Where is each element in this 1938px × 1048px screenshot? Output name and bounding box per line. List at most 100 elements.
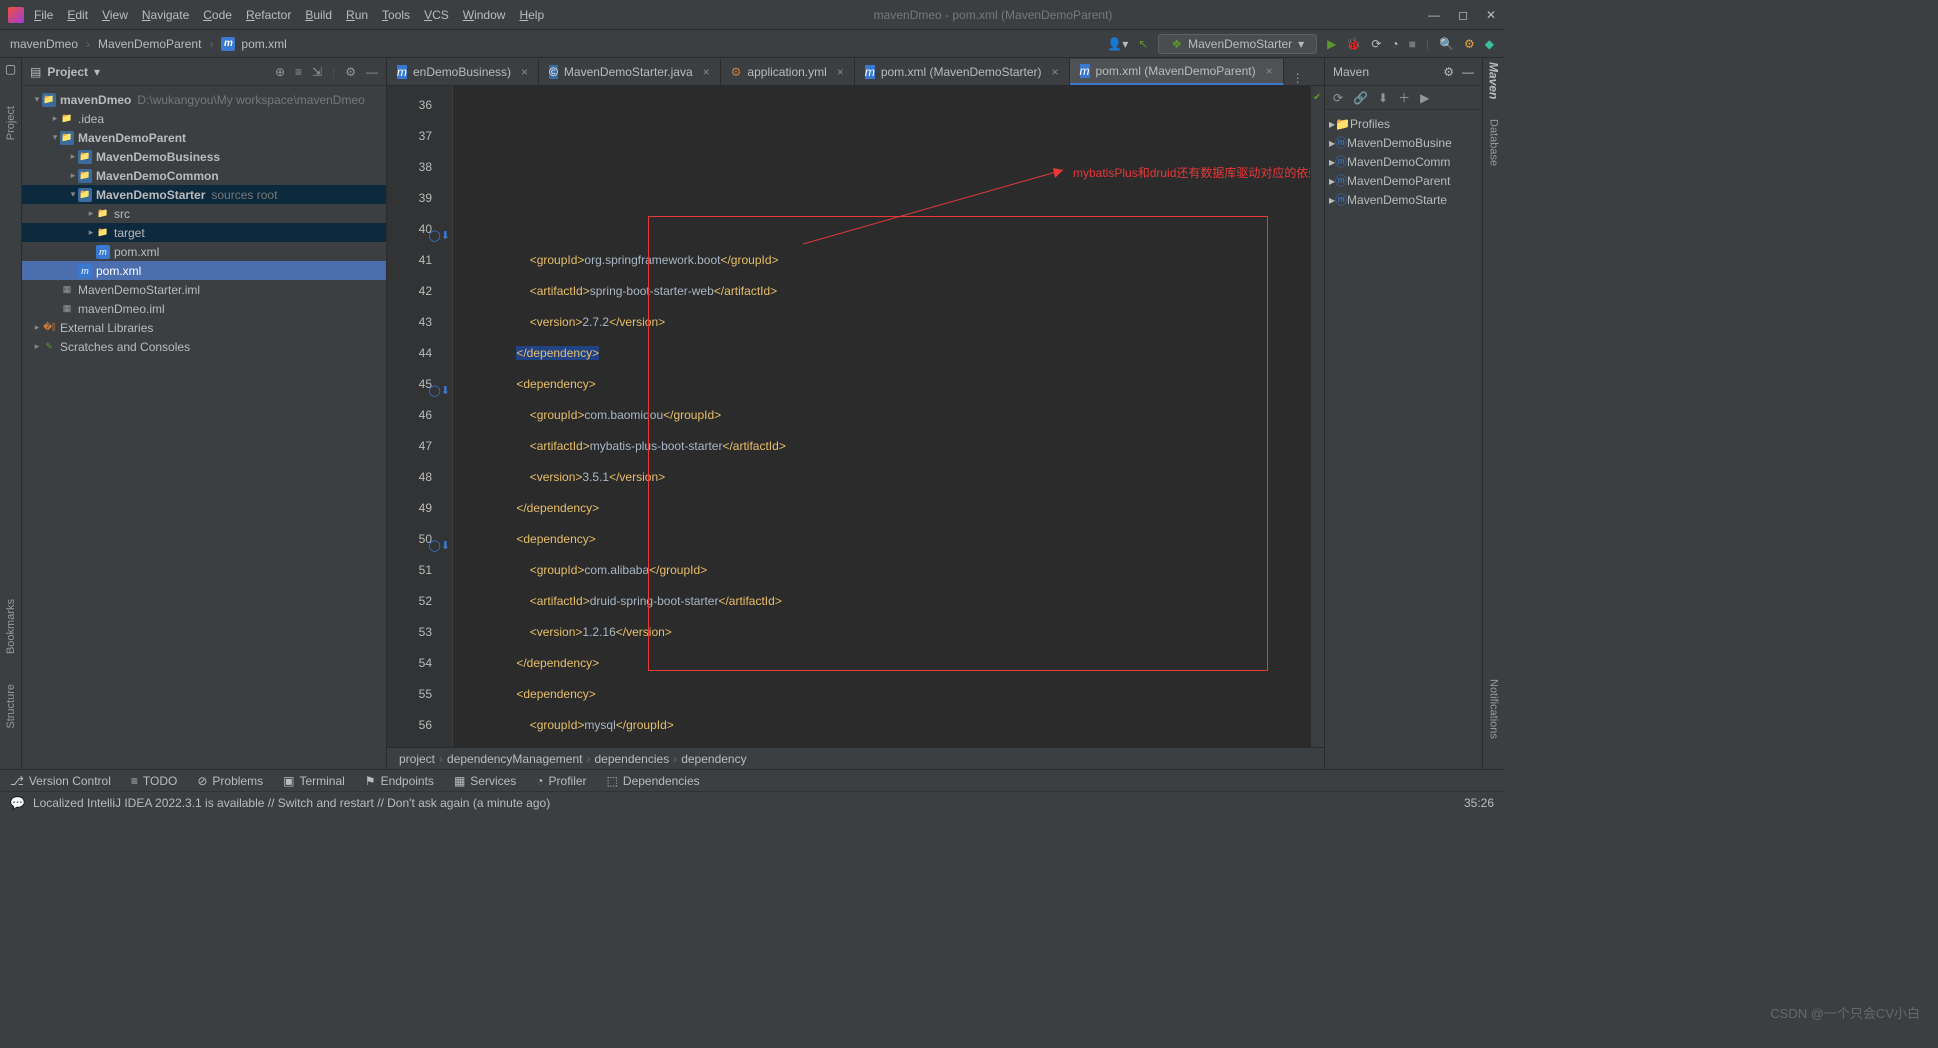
- left-tab-structure[interactable]: Structure: [5, 684, 17, 729]
- chevron-down-icon[interactable]: ▾: [94, 65, 100, 79]
- tree-business[interactable]: MavenDemoBusiness: [96, 150, 220, 164]
- maven-tree-item[interactable]: ▸📁Profiles: [1325, 114, 1482, 133]
- code-line[interactable]: <groupId>org.springframework.boot</group…: [453, 245, 1310, 276]
- generate-sources-icon[interactable]: 🔗: [1353, 91, 1368, 105]
- run-icon[interactable]: ▶: [1327, 37, 1336, 51]
- crumb-module[interactable]: MavenDemoParent: [98, 37, 201, 51]
- tree-idea[interactable]: .idea: [78, 112, 104, 126]
- back-icon[interactable]: ↖: [1138, 37, 1148, 51]
- crumb-project[interactable]: mavenDmeo: [10, 37, 78, 51]
- code-line[interactable]: <groupId>com.baomidou</groupId>: [453, 400, 1310, 431]
- code-line[interactable]: <artifactId>druid-spring-boot-starter</a…: [453, 586, 1310, 617]
- menu-view[interactable]: View: [102, 8, 128, 22]
- hide-icon[interactable]: —: [366, 65, 378, 79]
- menu-edit[interactable]: Edit: [67, 8, 88, 22]
- bottom-tool-todo[interactable]: ≡TODO: [131, 774, 177, 788]
- user-icon[interactable]: 👤▾: [1107, 37, 1128, 51]
- right-tab-maven[interactable]: Maven: [1487, 62, 1501, 99]
- code-line[interactable]: </dependency>: [453, 338, 1310, 369]
- tree-target[interactable]: target: [114, 226, 145, 240]
- close-tab-icon[interactable]: ×: [1052, 65, 1059, 79]
- gutter[interactable]: 3637383940◯⬇4142434445◯⬇4647484950◯⬇5152…: [387, 86, 453, 747]
- project-tab-icon[interactable]: ▢: [5, 62, 16, 76]
- menu-window[interactable]: Window: [463, 8, 506, 22]
- debug-icon[interactable]: 🐞: [1346, 37, 1361, 51]
- select-opened-icon[interactable]: ⊕: [275, 65, 285, 79]
- tree-starter[interactable]: MavenDemoStarter: [96, 188, 205, 202]
- code-line[interactable]: </dependency>: [453, 493, 1310, 524]
- code-line[interactable]: <dependency>: [453, 679, 1310, 710]
- tree-iml2[interactable]: mavenDmeo.iml: [78, 302, 165, 316]
- breadcrumb-item[interactable]: project: [399, 752, 435, 766]
- caret-position[interactable]: 35:26: [1464, 796, 1494, 810]
- code-line[interactable]: </dependency>: [453, 648, 1310, 679]
- left-tab-project[interactable]: Project: [5, 106, 17, 140]
- gear-icon[interactable]: ⚙: [1443, 65, 1454, 79]
- code-line[interactable]: <groupId>mysql</groupId>: [453, 710, 1310, 741]
- menu-code[interactable]: Code: [203, 8, 232, 22]
- code-line[interactable]: <version>1.2.16</version>: [453, 617, 1310, 648]
- maven-tree-item[interactable]: ▸ⓜMavenDemoBusine: [1325, 133, 1482, 152]
- maximize-icon[interactable]: ◻: [1458, 8, 1468, 22]
- bottom-tool-endpoints[interactable]: ⚑Endpoints: [365, 774, 434, 788]
- code-area[interactable]: mybatisPlus和druid还有数据库驱动对应的依赖 <groupId>o…: [453, 86, 1310, 747]
- tree-external-libs[interactable]: External Libraries: [60, 321, 153, 335]
- bottom-tool-profiler[interactable]: ◔Profiler: [536, 774, 586, 788]
- tree-scratches[interactable]: Scratches and Consoles: [60, 340, 190, 354]
- left-tab-bookmarks[interactable]: Bookmarks: [5, 599, 17, 654]
- status-message[interactable]: Localized IntelliJ IDEA 2022.3.1 is avai…: [33, 796, 550, 810]
- code-line[interactable]: <dependency>: [453, 524, 1310, 555]
- menu-navigate[interactable]: Navigate: [142, 8, 189, 22]
- maven-tree-item[interactable]: ▸ⓜMavenDemoComm: [1325, 152, 1482, 171]
- menu-vcs[interactable]: VCS: [424, 8, 449, 22]
- breadcrumb-item[interactable]: dependencyManagement: [447, 752, 582, 766]
- tree-root[interactable]: mavenDmeo: [60, 93, 131, 107]
- tree-pom-parent[interactable]: pom.xml: [96, 264, 141, 278]
- editor-tab[interactable]: mpom.xml (MavenDemoStarter)×: [855, 59, 1070, 85]
- tree-common[interactable]: MavenDemoCommon: [96, 169, 219, 183]
- bottom-tool-terminal[interactable]: ▣Terminal: [283, 774, 345, 788]
- bottom-tool-dependencies[interactable]: ⬚Dependencies: [607, 774, 700, 788]
- expand-all-icon[interactable]: ≡: [295, 65, 302, 79]
- code-line[interactable]: <version>2.7.2</version>: [453, 307, 1310, 338]
- tree-iml1[interactable]: MavenDemoStarter.iml: [78, 283, 200, 297]
- coverage-icon[interactable]: ⟳: [1371, 37, 1381, 51]
- menu-tools[interactable]: Tools: [382, 8, 410, 22]
- profile-icon[interactable]: ◔: [1391, 37, 1398, 51]
- close-tab-icon[interactable]: ×: [703, 65, 710, 79]
- run-config-dropdown[interactable]: ❖ MavenDemoStarter ▾: [1158, 34, 1317, 54]
- code-line[interactable]: <artifactId>mybatis-plus-boot-starter</a…: [453, 431, 1310, 462]
- run-icon[interactable]: ▶: [1420, 91, 1429, 105]
- crumb-file[interactable]: pom.xml: [241, 37, 286, 51]
- code-line[interactable]: <dependency>: [453, 369, 1310, 400]
- gear-icon[interactable]: ⚙: [345, 65, 356, 79]
- bottom-tool-version-control[interactable]: ⎇Version Control: [10, 774, 111, 788]
- close-tab-icon[interactable]: ×: [837, 65, 844, 79]
- search-icon[interactable]: 🔍: [1439, 37, 1454, 51]
- codewithme-icon[interactable]: ◆: [1485, 37, 1494, 51]
- bottom-tool-services[interactable]: ▦Services: [454, 774, 516, 788]
- breadcrumb-item[interactable]: dependency: [681, 752, 746, 766]
- editor-tab[interactable]: menDemoBusiness)×: [387, 59, 539, 85]
- tree-pom-starter[interactable]: pom.xml: [114, 245, 159, 259]
- editor-tab[interactable]: ⚙application.yml×: [721, 59, 855, 85]
- menu-refactor[interactable]: Refactor: [246, 8, 291, 22]
- more-tabs-icon[interactable]: ⋮: [1284, 71, 1312, 85]
- editor-tab[interactable]: mpom.xml (MavenDemoParent)×: [1070, 59, 1284, 85]
- maven-tree-item[interactable]: ▸ⓜMavenDemoStarte: [1325, 190, 1482, 209]
- close-tab-icon[interactable]: ×: [521, 65, 528, 79]
- editor-breadcrumb[interactable]: project›dependencyManagement›dependencie…: [387, 747, 1324, 769]
- settings-icon[interactable]: ⚙: [1464, 37, 1475, 51]
- notification-icon[interactable]: 💬: [10, 796, 25, 810]
- menu-build[interactable]: Build: [305, 8, 332, 22]
- close-icon[interactable]: ✕: [1486, 8, 1496, 22]
- download-icon[interactable]: ⬇: [1378, 91, 1388, 105]
- right-tab-notifications[interactable]: Notifications: [1488, 679, 1500, 739]
- stop-icon[interactable]: ■: [1409, 37, 1416, 51]
- tree-src[interactable]: src: [114, 207, 130, 221]
- project-tree[interactable]: ▾📁mavenDmeoD:\wukangyou\My workspace\mav…: [22, 86, 386, 769]
- project-view-icon[interactable]: ▤: [30, 65, 41, 79]
- maven-tree-item[interactable]: ▸ⓜMavenDemoParent: [1325, 171, 1482, 190]
- bottom-tool-problems[interactable]: ⊘Problems: [197, 774, 263, 788]
- hide-icon[interactable]: —: [1462, 65, 1474, 79]
